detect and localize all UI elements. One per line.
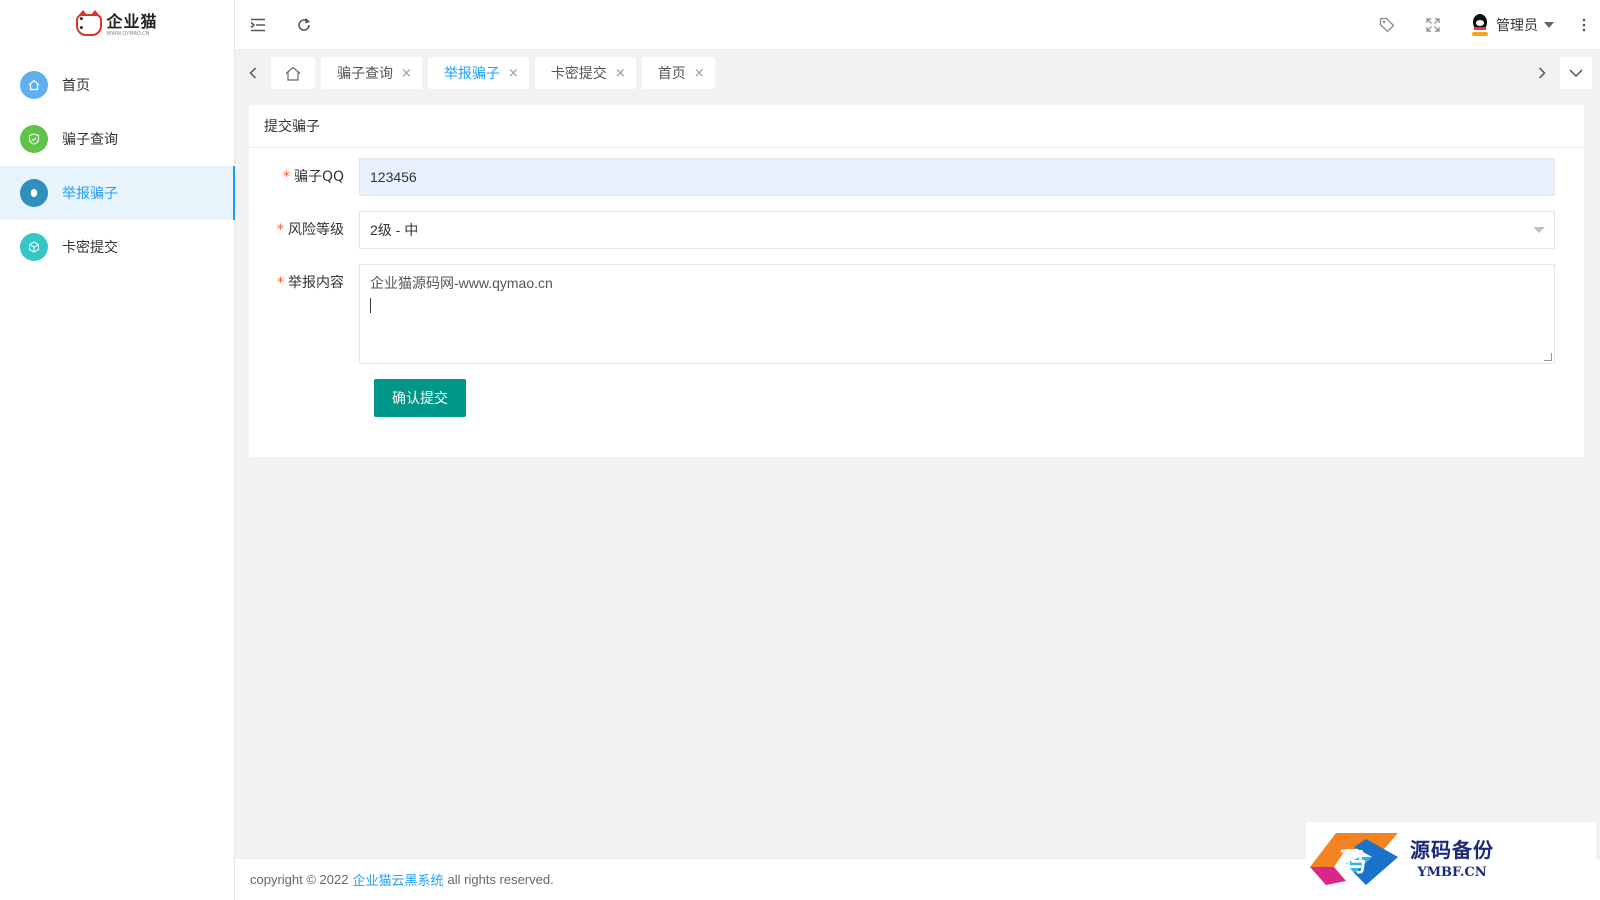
sidebar-item-card-submit[interactable]: 卡密提交 [0, 220, 234, 274]
shield-check-icon [20, 125, 48, 153]
user-report-icon [20, 179, 48, 207]
avatar [1470, 13, 1490, 36]
close-icon[interactable]: × [615, 66, 626, 81]
sidebar-item-label: 骗子查询 [62, 132, 118, 148]
refresh-icon[interactable] [281, 0, 327, 50]
sidebar-item-label: 举报骗子 [62, 186, 118, 202]
tabs-scroll-right-icon[interactable] [1524, 50, 1560, 96]
form-row-risk: * 风险等级 2级 - 中 [249, 211, 1584, 249]
logo-subtext: WWW.QYMAO.CN [106, 30, 150, 37]
user-menu[interactable]: 管理员 [1456, 13, 1568, 36]
submit-button[interactable]: 确认提交 [374, 379, 466, 417]
sidebar: • • 企业猫 WWW.QYMAO.CN 首页 骗子查询 举报骗子 卡密提交 [0, 0, 235, 900]
card-title: 提交骗子 [249, 105, 1584, 148]
tab-label: 卡密提交 [550, 66, 607, 82]
close-icon[interactable]: × [401, 66, 412, 81]
top-header: 管理员 [235, 0, 1600, 50]
required-mark: * [282, 169, 290, 185]
watermark-title: 源码备份 [1410, 838, 1494, 862]
footer-copyright: copyright © 2022 [250, 872, 349, 887]
risk-label: * 风险等级 [277, 222, 344, 238]
watermark: 码 源码备份 YMBF.CN [1306, 822, 1596, 892]
resize-handle[interactable] [1544, 353, 1552, 361]
menu-fold-icon[interactable] [235, 0, 281, 50]
tabs-bar: 骗子查询 × 举报骗子 × 卡密提交 × 首页 × [235, 50, 1600, 96]
textarea-text: 企业猫源码网-www.qymao.cn [370, 275, 553, 291]
sidebar-item-scammer-query[interactable]: 骗子查询 [0, 112, 234, 166]
risk-level-select[interactable]: 2级 - 中 [359, 211, 1555, 249]
tab-card-submit[interactable]: 卡密提交 × [534, 57, 636, 89]
tab-home[interactable]: 首页 × [641, 57, 715, 89]
user-name: 管理员 [1496, 17, 1538, 34]
risk-level-value: 2级 - 中 [359, 211, 1555, 249]
footer-suffix: all rights reserved. [447, 872, 554, 887]
watermark-url: YMBF.CN [1417, 865, 1487, 880]
form-row-content: * 举报内容 企业猫源码网-www.qymao.cn [249, 264, 1584, 364]
qq-label: * 骗子QQ [282, 169, 344, 185]
sidebar-item-label: 首页 [62, 78, 90, 94]
report-content-textarea[interactable]: 企业猫源码网-www.qymao.cn [359, 264, 1555, 364]
home-icon [20, 71, 48, 99]
required-mark: * [277, 275, 284, 291]
tab-label: 首页 [657, 66, 686, 82]
logo[interactable]: • • 企业猫 WWW.QYMAO.CN [0, 0, 234, 50]
watermark-logo-icon: 码 [1306, 827, 1406, 887]
text-cursor [370, 298, 371, 313]
tabs-dropdown-icon[interactable] [1560, 57, 1592, 89]
tabs-scroll-left-icon[interactable] [235, 50, 271, 96]
tab-label: 举报骗子 [443, 66, 500, 82]
tab-label: 骗子查询 [337, 66, 393, 82]
cat-logo-icon: • • [76, 10, 103, 36]
sidebar-menu: 首页 骗子查询 举报骗子 卡密提交 [0, 58, 235, 274]
logo-text: 企业猫 [106, 11, 158, 31]
caret-down-icon [1544, 21, 1554, 28]
close-icon[interactable]: × [694, 66, 705, 81]
sidebar-item-home[interactable]: 首页 [0, 58, 234, 112]
more-vertical-icon[interactable] [1568, 0, 1600, 50]
report-form: * 骗子QQ 123456 * 风险等级 2级 - 中 * 举报内容 企业猫源码网-w… [249, 148, 1584, 417]
fullscreen-icon[interactable] [1410, 0, 1456, 50]
report-form-card: 提交骗子 * 骗子QQ 123456 * 风险等级 2级 - 中 * 举报内容 企业猫… [249, 105, 1584, 457]
footer-link[interactable]: 企业猫云黑系统 [352, 870, 443, 889]
scammer-qq-input[interactable]: 123456 [359, 158, 1555, 196]
close-icon[interactable]: × [508, 66, 519, 81]
tag-icon[interactable] [1364, 0, 1410, 50]
cube-icon [20, 233, 48, 261]
watermark-glyph: 码 [1340, 848, 1366, 878]
required-mark: * [277, 222, 284, 238]
tab-scammer-query[interactable]: 骗子查询 × [321, 57, 422, 89]
content-label: * 举报内容 [277, 275, 344, 291]
form-row-qq: * 骗子QQ 123456 [249, 158, 1584, 196]
select-arrow-icon [1533, 227, 1545, 233]
sidebar-item-report-scammer[interactable]: 举报骗子 [0, 166, 235, 220]
sidebar-item-label: 卡密提交 [62, 240, 118, 256]
tab-home-icon[interactable] [271, 57, 315, 89]
tab-report-scammer[interactable]: 举报骗子 × [427, 57, 529, 89]
